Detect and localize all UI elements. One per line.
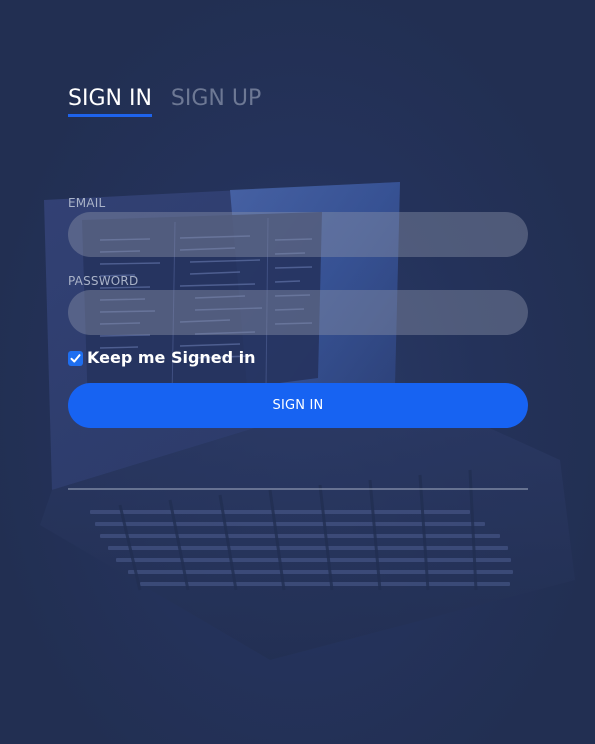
email-field[interactable] bbox=[68, 212, 528, 257]
login-page: SIGN IN SIGN UP EMAIL PASSWORD Keep me S… bbox=[0, 0, 595, 744]
remember-me-checkbox[interactable] bbox=[68, 350, 83, 366]
password-label: PASSWORD bbox=[68, 274, 139, 288]
password-field[interactable] bbox=[68, 290, 528, 335]
tab-sign-up[interactable]: SIGN UP bbox=[171, 84, 261, 117]
checkmark-icon bbox=[70, 353, 81, 362]
email-label: EMAIL bbox=[68, 196, 106, 210]
auth-tabs: SIGN IN SIGN UP bbox=[68, 84, 261, 117]
divider bbox=[68, 488, 528, 490]
remember-me-row: Keep me Signed in bbox=[68, 348, 256, 368]
tab-sign-in[interactable]: SIGN IN bbox=[68, 84, 152, 117]
sign-in-button[interactable]: SIGN IN bbox=[68, 383, 528, 428]
remember-me-label: Keep me Signed in bbox=[87, 348, 256, 367]
